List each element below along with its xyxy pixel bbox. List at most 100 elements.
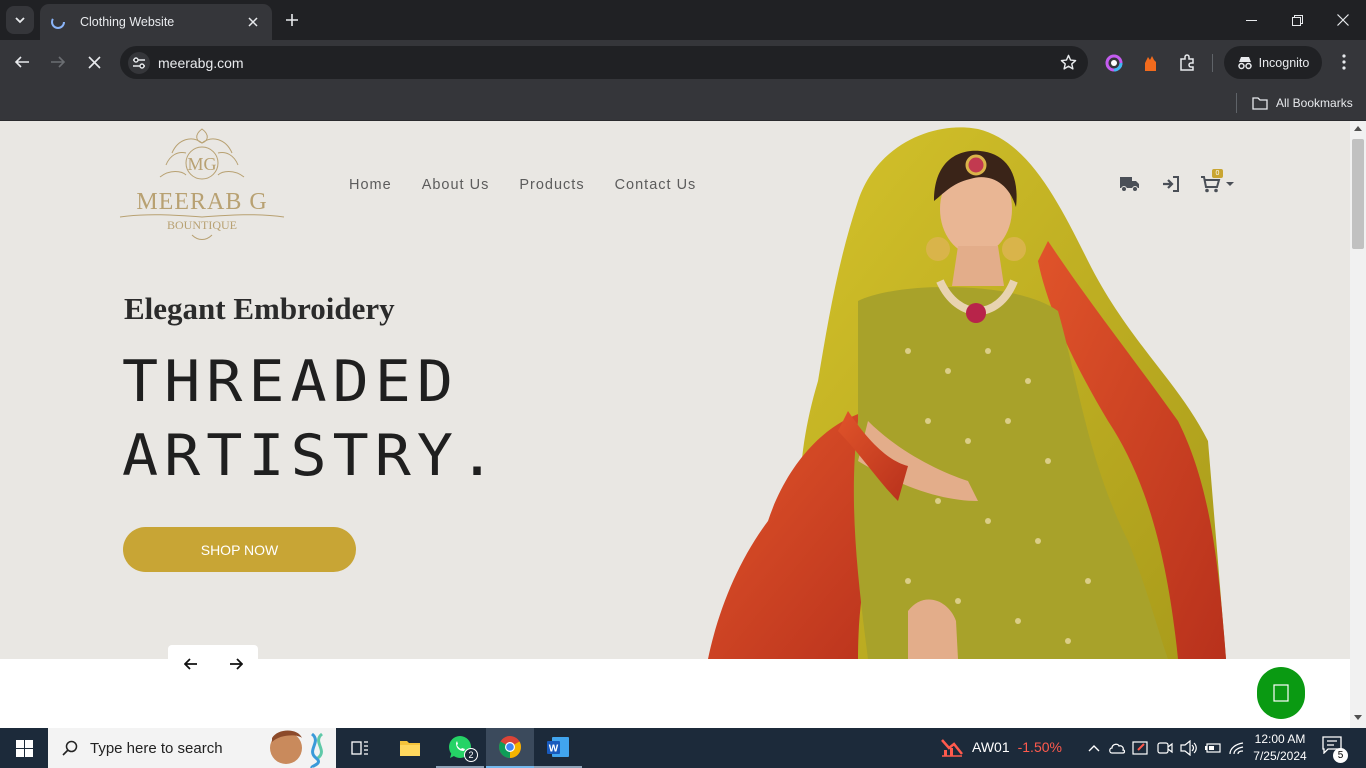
new-tab-button[interactable] [282,10,302,30]
minimize-button[interactable] [1228,0,1274,40]
nav-contact-us[interactable]: Contact Us [615,177,697,193]
onedrive-icon-button[interactable] [1107,738,1127,758]
profile-label: Incognito [1258,55,1310,70]
whatsapp-chat-button[interactable] [1257,667,1305,719]
more-vert-icon [1342,54,1346,70]
notification-count-badge: 5 [1333,748,1348,763]
battery-icon [1205,743,1221,753]
close-icon [87,55,101,69]
tray-app-button[interactable] [1131,738,1151,758]
search-highlight-icon [270,730,324,768]
clock[interactable]: 12:00 AM 7/25/2024 [1248,731,1312,765]
tab-active[interactable]: Clothing Website [40,4,272,40]
search-icon [62,740,78,756]
extension-colorzilla[interactable] [1103,52,1125,74]
start-button[interactable] [0,728,48,768]
network-button[interactable] [1227,738,1247,758]
restore-icon [1291,14,1303,26]
minimize-icon [1245,19,1257,21]
browser-toolbar: meerabg.com Incognito [0,40,1366,85]
page-scrollbar[interactable] [1350,121,1366,728]
forward-button[interactable] [44,48,72,76]
tab-search-button[interactable] [6,6,34,34]
stock-widget[interactable]: AW01 -1.50% [940,736,1062,758]
plus-icon [286,14,298,26]
taskbar-file-explorer[interactable] [386,728,434,768]
site-settings-button[interactable] [128,51,150,74]
tray-meet-button[interactable] [1155,738,1175,758]
wifi-icon [1229,742,1244,755]
bookmark-star-button[interactable] [1052,47,1084,79]
stock-change: -1.50% [1017,739,1062,755]
windows-taskbar: Type here to search 2 W AW01 -1.50% 12:0… [0,728,1366,768]
browser-menu-button[interactable] [1330,48,1358,76]
hand-icon [1145,56,1156,71]
nav-home[interactable]: Home [349,177,392,193]
scroll-thumb[interactable] [1352,139,1364,249]
tab-strip: Clothing Website [0,0,1366,40]
taskbar-search-box[interactable]: Type here to search [48,728,336,768]
web-page: MG MEERAB G BOUNTIQUE Home About Us Prod… [0,121,1350,728]
svg-text:W: W [549,744,559,755]
task-view-button[interactable] [336,728,384,768]
extensions-button[interactable] [1176,52,1198,74]
logo-monogram: MG [187,154,216,174]
folder-icon [1252,97,1268,110]
hero-section: MG MEERAB G BOUNTIQUE Home About Us Prod… [0,121,1350,659]
speaker-icon [1180,740,1197,756]
chevron-down-icon [15,17,25,24]
url-text: meerabg.com [158,54,244,71]
slider-next-button[interactable] [224,652,248,676]
all-bookmarks-label: All Bookmarks [1276,96,1353,110]
shop-now-button[interactable]: SHOP NOW [123,527,356,572]
slider-controls [168,645,258,683]
windows-logo-icon [15,739,33,757]
all-bookmarks-button[interactable]: All Bookmarks [1252,92,1353,114]
stock-chart-icon [941,739,963,757]
taskbar-chrome[interactable] [486,728,534,768]
close-window-button[interactable] [1320,0,1366,40]
volume-button[interactable] [1179,738,1199,758]
hero-model-image [708,127,1226,659]
close-icon [1337,14,1349,26]
loading-icon [51,15,65,29]
chevron-up-icon [1088,745,1100,752]
camera-icon [1157,742,1173,754]
clock-date: 7/25/2024 [1253,749,1307,763]
color-ring-icon [1105,54,1123,72]
clock-time: 12:00 AM [1254,732,1306,746]
address-bar[interactable]: meerabg.com [120,46,1088,79]
extension-hand[interactable] [1139,52,1161,74]
stop-loading-button[interactable] [80,48,108,76]
slider-prev-button[interactable] [179,652,203,676]
nav-products[interactable]: Products [519,177,584,193]
chrome-icon [499,736,521,758]
show-hidden-icons-button[interactable] [1084,738,1104,758]
scroll-up-icon [1354,126,1362,131]
tab-title: Clothing Website [80,15,175,29]
hero-heading-line-1: THREADED [122,348,459,416]
stock-symbol: AW01 [972,739,1010,755]
main-nav: Home About Us Products Contact Us [349,177,696,193]
battery-button[interactable] [1203,738,1223,758]
arrow-left-icon [14,56,29,68]
hero-subheading: Elegant Embroidery [124,291,395,326]
restore-button[interactable] [1274,0,1320,40]
tab-close-button[interactable] [244,13,262,31]
window-edit-icon [1132,741,1148,755]
search-placeholder: Type here to search [90,739,223,757]
folder-icon [400,741,420,756]
incognito-profile-button[interactable]: Incognito [1224,46,1322,79]
site-logo[interactable]: MG MEERAB G BOUNTIQUE [116,125,288,243]
logo-brand: MEERAB G [136,189,267,215]
close-icon [248,17,258,27]
logo-image: MG MEERAB G BOUNTIQUE [119,128,285,240]
puzzle-icon [1180,54,1194,71]
taskbar-whatsapp[interactable]: 2 [436,728,484,768]
whatsapp-badge: 2 [464,748,478,762]
logo-tagline: BOUNTIQUE [167,218,237,232]
taskbar-word[interactable]: W [534,728,582,768]
arrow-left-icon [183,658,197,670]
nav-about-us[interactable]: About Us [422,177,490,193]
back-button[interactable] [8,48,36,76]
